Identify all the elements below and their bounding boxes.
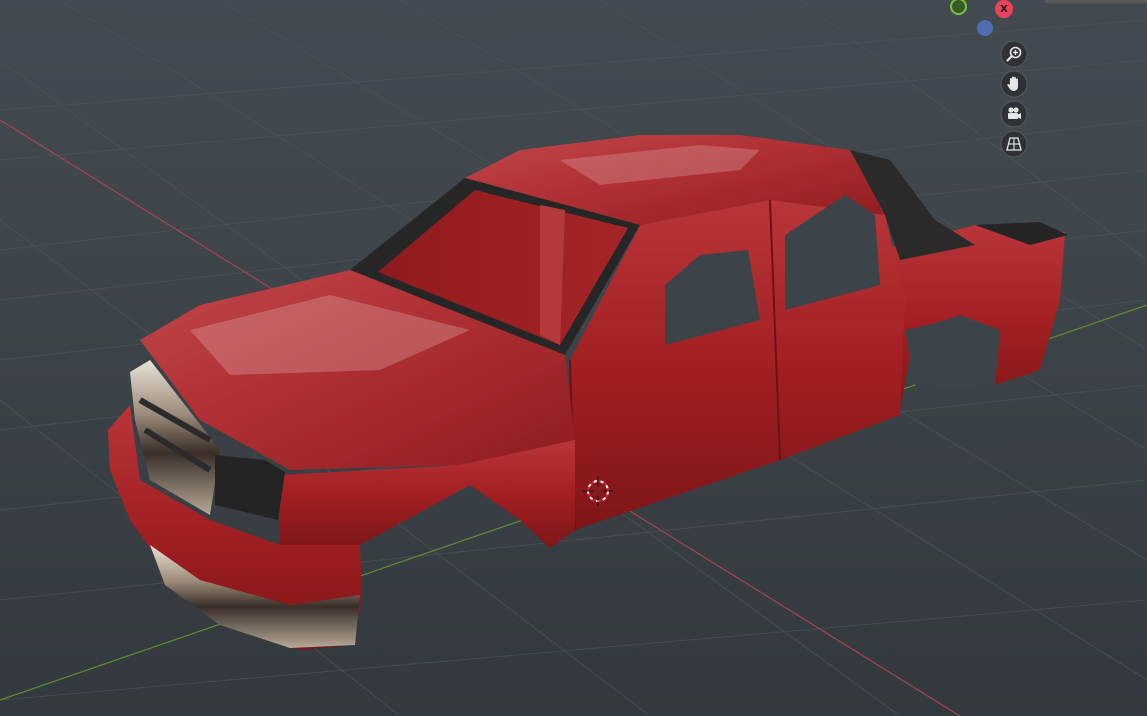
hand-icon <box>1000 70 1028 98</box>
perspective-toggle-button[interactable] <box>1000 130 1028 158</box>
gizmo-x-label: X <box>1000 3 1008 15</box>
camera-icon <box>1000 100 1028 128</box>
zoom-button[interactable] <box>1000 40 1028 68</box>
zoom-in-icon <box>1000 40 1028 68</box>
gizmo-z-axis[interactable] <box>977 20 993 36</box>
gizmo-x-axis[interactable]: X <box>995 0 1013 18</box>
viewport-scene[interactable] <box>0 0 1147 716</box>
camera-button[interactable] <box>1000 100 1028 128</box>
truck-body[interactable] <box>108 135 1068 650</box>
grid-perspective-icon <box>1000 130 1028 158</box>
3d-viewport[interactable]: X <box>0 0 1147 716</box>
pan-button[interactable] <box>1000 70 1028 98</box>
header-edge <box>1045 0 1147 3</box>
